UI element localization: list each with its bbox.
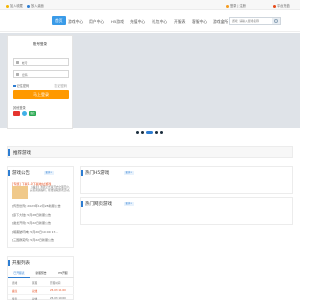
login-panel: 账号登录 记住密码 忘记密码 马上登录 其他登录 微信 <box>7 35 73 129</box>
user-icon <box>16 61 19 64</box>
other-login-label: 其他登录 <box>13 106 26 110</box>
star-icon <box>6 4 9 8</box>
recommend-title: 推荐游戏 <box>13 151 31 156</box>
password-input[interactable] <box>22 72 68 77</box>
login-register-link[interactable]: 登录 | 注册 <box>226 3 246 8</box>
notice-thumbnail[interactable] <box>12 186 28 199</box>
top-bar: 加入收藏 放入桌面 登录 | 注册 平台充值 <box>0 0 300 10</box>
section-accent <box>81 201 83 207</box>
recharge-label: 平台充值 <box>277 4 290 8</box>
tab-upcoming-servers[interactable]: 新服预告 <box>30 269 52 278</box>
notice-title: 游戏公告 <box>12 171 30 176</box>
search-icon[interactable] <box>272 18 280 24</box>
section-accent <box>8 149 10 156</box>
password-field <box>13 70 69 78</box>
hot-web-more-link[interactable]: 更多> <box>124 202 134 206</box>
table-cell: 25-03 11:00 <box>50 289 66 292</box>
server-tabs: 已开服表 新服预告 H5开服 <box>8 269 74 278</box>
table-header-row: 游戏 区服 开服时间 <box>8 279 74 287</box>
carousel-dot[interactable] <box>136 131 139 134</box>
hot-web-panel: 热门网页游戏 更多> <box>80 197 293 225</box>
login-register-label: 登录 | 注册 <box>230 4 246 8</box>
checkbox-icon <box>13 84 16 88</box>
add-to-desktop-label: 放入桌面 <box>31 4 44 8</box>
section-accent <box>81 170 83 176</box>
forgot-password-link[interactable]: 忘记密码 <box>54 83 67 88</box>
carousel-dot[interactable] <box>155 131 158 134</box>
table-cell: 魔龙 <box>12 290 18 293</box>
nav-h5-games[interactable]: H5游戏 <box>111 19 124 25</box>
add-favorite-link[interactable]: 加入收藏 <box>6 3 23 8</box>
notice-list: [传奇世界] 2023年12月28新服公告 [霸下大陆] 5月28日新服公告 [… <box>12 204 72 247</box>
tab-opened-servers[interactable]: 已开服表 <box>8 269 30 278</box>
section-accent <box>8 260 10 266</box>
table-cell: 双线 <box>32 290 38 293</box>
remember-password-label: 记住密码 <box>16 84 30 88</box>
notice-description: 《魔龙》游戏正式版开启全服开户，完善资源福利，在线领取游戏活动。 <box>30 186 72 193</box>
weibo-login-icon[interactable] <box>13 111 20 116</box>
nav-customer-service[interactable]: 客服中心 <box>192 19 207 25</box>
desktop-icon <box>27 4 30 8</box>
lock-icon <box>16 73 19 76</box>
table-row[interactable]: 魔龙 双线 25-03 11:00 <box>8 287 74 295</box>
wechat-login-button[interactable]: 微信 <box>29 111 36 116</box>
nav-server-list[interactable]: 开服表 <box>174 19 185 25</box>
notice-item[interactable]: [暗黑破坏神] 5月20日10:00 17... <box>12 230 72 239</box>
nav-home[interactable]: 首页 <box>52 16 66 25</box>
recharge-link[interactable]: 平台充值 <box>273 3 290 8</box>
hot-h5-panel: 热门H5游戏 更多> <box>80 166 293 194</box>
qq-login-icon[interactable] <box>22 111 27 116</box>
nav-recharge-center[interactable]: 充值中心 <box>130 19 145 25</box>
search-box <box>229 17 281 25</box>
server-list-panel: 开服列表 已开服表 新服预告 H5开服 游戏 区服 开服时间 魔龙 双线 25-… <box>7 256 74 300</box>
search-input[interactable] <box>230 18 273 24</box>
notice-item[interactable]: [霸下大陆] 5月28日新服公告 <box>12 213 72 222</box>
table-cell: 游戏 <box>12 282 18 285</box>
nav-gift-center[interactable]: 礼包中心 <box>152 19 167 25</box>
tab-h5-servers[interactable]: H5开服 <box>52 269 74 278</box>
main-header: 首页 游戏中心 用户中心 H5游戏 充值中心 礼包中心 开服表 客服中心 游戏盒… <box>0 10 300 32</box>
hot-h5-title: 热门H5游戏 <box>85 171 110 176</box>
notice-item[interactable]: [传奇世界] 2023年12月28新服公告 <box>12 204 72 213</box>
carousel-dot[interactable] <box>160 131 163 134</box>
carousel-dot-active[interactable] <box>146 131 153 134</box>
coin-icon <box>273 4 276 8</box>
hot-h5-more-link[interactable]: 更多> <box>124 171 134 175</box>
table-row[interactable]: 传奇 双线 25-03 10:00 <box>8 295 74 300</box>
add-to-desktop-link[interactable]: 放入桌面 <box>27 3 44 8</box>
carousel-dot[interactable] <box>141 131 144 134</box>
server-list-title: 开服列表 <box>12 261 30 266</box>
remember-password-checkbox[interactable]: 记住密码 <box>13 83 29 88</box>
section-accent <box>8 170 10 176</box>
add-favorite-label: 加入收藏 <box>10 4 23 8</box>
nav-user-center[interactable]: 用户中心 <box>89 19 104 25</box>
login-button[interactable]: 马上登录 <box>13 90 69 99</box>
table-cell: 区服 <box>32 282 38 285</box>
recommend-section-header: 推荐游戏 <box>7 146 293 158</box>
notice-item[interactable]: [三国群英传] 5月22日新服公告 <box>12 238 72 247</box>
hot-web-title: 热门网页游戏 <box>85 202 112 207</box>
nav-game-center[interactable]: 游戏中心 <box>68 19 83 25</box>
notice-item[interactable]: [魔龙开局] 5月22日新服公告 <box>12 221 72 230</box>
notice-panel: 游戏公告 更多> [专题] 下载1.0下载地址游戏 《魔龙》游戏正式版开启全服开… <box>7 166 74 248</box>
user-icon <box>226 4 229 8</box>
server-table: 游戏 区服 开服时间 魔龙 双线 25-03 11:00 传奇 双线 25-03… <box>8 279 74 300</box>
nav-game-box[interactable]: 游戏盒所 <box>213 19 228 25</box>
username-input[interactable] <box>22 60 68 65</box>
notice-more-link[interactable]: 更多> <box>44 171 54 175</box>
table-cell: 开服时间 <box>50 282 61 285</box>
login-title: 账号登录 <box>33 42 47 46</box>
username-field <box>13 58 69 66</box>
